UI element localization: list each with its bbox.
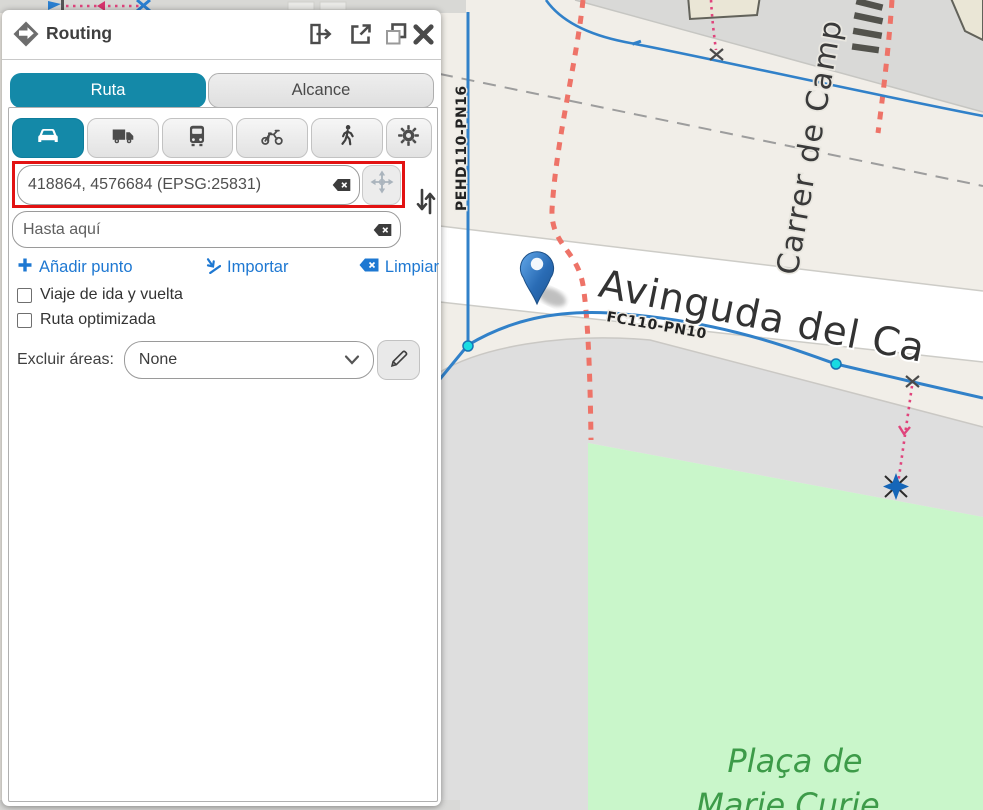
backspace-icon (359, 258, 379, 277)
tab-ruta-label: Ruta (91, 81, 126, 100)
map-label-park-2: Marie Curie (696, 786, 879, 810)
duplicate-icon[interactable] (383, 21, 409, 52)
route-tab-content: Añadir punto Importar Limpiar Viaje de i… (8, 107, 438, 802)
car-icon (35, 123, 61, 154)
undock-icon[interactable] (308, 21, 334, 52)
edit-areas-button[interactable] (377, 340, 420, 380)
gear-icon (396, 123, 421, 153)
optimized-checkbox[interactable] (17, 313, 32, 328)
plus-icon (17, 257, 33, 278)
round-trip-row: Viaje de ida y vuelta (17, 286, 183, 304)
map-label-park-1: Plaça de (727, 742, 862, 780)
origin-input[interactable] (17, 165, 360, 205)
pedestrian-icon (334, 123, 360, 154)
import-label: Importar (227, 258, 288, 277)
round-trip-label: Viaje de ida y vuelta (40, 286, 183, 304)
chevron-down-icon (344, 354, 360, 366)
tab-alcance-label: Alcance (292, 81, 351, 100)
mode-pedestrian-button[interactable] (311, 118, 383, 158)
optimized-label: Ruta optimizada (40, 311, 156, 329)
mode-settings-button[interactable] (386, 118, 432, 158)
star-marker (883, 473, 909, 500)
routing-logo-icon (12, 20, 40, 53)
map-label-pipe-left: PEHD110-PN16 (454, 85, 470, 211)
destination-field-wrap (12, 211, 401, 248)
round-trip-checkbox[interactable] (17, 288, 32, 303)
open-window-icon[interactable] (348, 21, 374, 52)
exclude-areas-row: Excluir áreas: None (17, 340, 441, 380)
exclude-areas-label: Excluir áreas: (17, 351, 114, 369)
clear-all-label: Limpiar (385, 258, 439, 277)
clear-origin-icon[interactable] (332, 178, 351, 191)
bus-icon (184, 123, 210, 154)
origin-highlight-box (12, 161, 405, 208)
pipe-node (831, 359, 841, 369)
actions-row: Añadir punto Importar Limpiar (17, 256, 439, 279)
origin-field-wrap (17, 165, 360, 205)
pick-on-map-button[interactable] (362, 165, 401, 205)
panel-title: Routing (46, 23, 112, 44)
header-divider (2, 59, 441, 60)
close-icon[interactable] (411, 22, 436, 52)
mode-moped-button[interactable] (236, 118, 308, 158)
clear-destination-icon[interactable] (373, 223, 392, 236)
crosshair-icon (370, 170, 394, 199)
exclude-areas-select[interactable]: None (124, 341, 374, 379)
mode-car-button[interactable] (12, 118, 84, 158)
add-point-label: Añadir punto (39, 258, 133, 277)
import-link[interactable]: Importar (203, 256, 288, 279)
mode-truck-button[interactable] (87, 118, 159, 158)
tab-ruta[interactable]: Ruta (10, 73, 206, 108)
panel-header: Routing (2, 10, 441, 59)
routing-panel: Routing Ruta Alcance (2, 10, 441, 806)
tab-bar: Ruta Alcance (10, 73, 434, 108)
tab-alcance[interactable]: Alcance (208, 73, 434, 108)
exclude-areas-value: None (139, 351, 177, 369)
optimized-row: Ruta optimizada (17, 311, 156, 329)
add-point-link[interactable]: Añadir punto (17, 257, 133, 278)
pencil-icon (387, 347, 409, 374)
pipe-node (463, 341, 473, 351)
clear-all-link[interactable]: Limpiar (359, 258, 439, 277)
destination-input[interactable] (12, 211, 401, 248)
import-icon (203, 256, 221, 279)
mode-bus-button[interactable] (162, 118, 234, 158)
truck-icon (110, 123, 136, 154)
moped-icon (259, 123, 285, 154)
swap-points-icon[interactable] (413, 186, 439, 216)
transport-mode-bar (12, 118, 432, 158)
